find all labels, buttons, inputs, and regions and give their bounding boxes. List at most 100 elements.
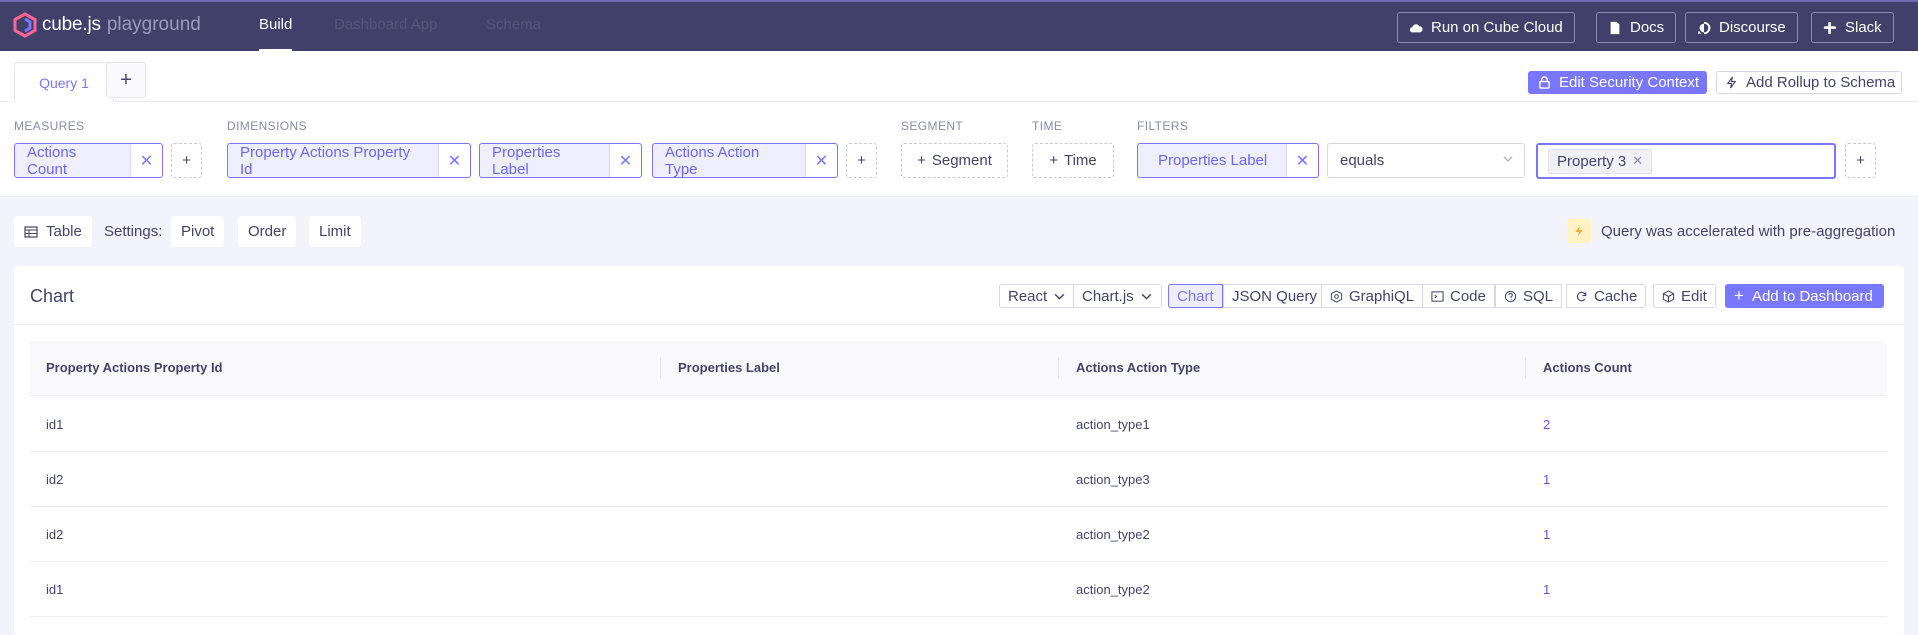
column-separator [660, 357, 661, 379]
filter-operator-select[interactable]: equals [1327, 143, 1525, 178]
edit-button[interactable]: Edit [1653, 284, 1716, 308]
run-on-cube-cloud-button[interactable]: Run on Cube Cloud [1397, 12, 1575, 43]
edit-security-context-label: Edit Security Context [1559, 74, 1700, 91]
column-header[interactable]: Property Actions Property Id [46, 360, 223, 375]
acceleration-message: Query was accelerated with pre-aggregati… [1601, 222, 1896, 240]
measures-section-label: MEASURES [14, 119, 85, 133]
tab-sql[interactable]: SQL [1495, 284, 1563, 308]
framework-value: React [1008, 287, 1048, 305]
column-header[interactable]: Properties Label [678, 360, 780, 375]
docs-button[interactable]: Docs [1596, 12, 1677, 43]
nav-tab-build[interactable]: Build [259, 16, 293, 52]
dimension-chip[interactable]: Property Actions Property Id ✕ [227, 143, 471, 178]
slack-icon [1823, 21, 1837, 34]
chart-library-select[interactable]: Chart.js [1073, 284, 1162, 308]
dimensions-section-label: DIMENSIONS [227, 119, 308, 133]
tab-code[interactable]: Code [1422, 284, 1495, 308]
add-filter-button[interactable]: + [1845, 143, 1876, 178]
table-cell: 1 [1543, 472, 1551, 487]
filter-member-chip[interactable]: Properties Label ✕ [1137, 143, 1319, 178]
tab-cache[interactable]: Cache [1566, 284, 1647, 308]
acceleration-notice: Query was accelerated with pre-aggregati… [1567, 219, 1895, 243]
logo[interactable]: cube.js playground [12, 12, 201, 38]
time-button-label: Time [1063, 152, 1097, 169]
add-rollup-button[interactable]: Add Rollup to Schema [1716, 71, 1902, 94]
dimension-chip[interactable]: Properties Label ✕ [479, 143, 642, 178]
dimension-chip-label: Property Actions Property Id [240, 143, 411, 178]
remove-dimension-icon[interactable]: ✕ [609, 144, 641, 177]
remove-dimension-icon[interactable]: ✕ [438, 144, 470, 177]
add-measure-button[interactable]: + [171, 143, 202, 178]
framework-select[interactable]: React [999, 284, 1076, 308]
remove-measure-icon[interactable]: ✕ [130, 144, 162, 177]
pivot-button[interactable]: Pivot [171, 216, 225, 247]
tab-graphiql-label: GraphiQL [1349, 287, 1415, 305]
cube-logo-icon [13, 12, 37, 38]
nav-tab-dashboard-app[interactable]: Dashboard App [334, 16, 437, 33]
lock-icon [1539, 76, 1550, 89]
lightning-icon [1567, 219, 1591, 243]
table-header: Property Actions Property Id Properties … [30, 341, 1887, 396]
add-segment-button[interactable]: + Segment [901, 143, 1008, 178]
add-to-dashboard-button[interactable]: + Add to Dashboard [1725, 284, 1884, 308]
table-cell: action_type1 [1076, 417, 1150, 432]
results-card: Chart React Chart.js Chart JSON Query Gr… [14, 266, 1904, 635]
table-cell: 1 [1543, 582, 1551, 597]
chat-icon [1697, 21, 1711, 34]
remove-filter-icon[interactable]: ✕ [1286, 144, 1318, 177]
nav-tab-schema[interactable]: Schema [486, 16, 541, 33]
column-header[interactable]: Actions Count [1543, 360, 1632, 375]
discourse-button[interactable]: Discourse [1685, 12, 1798, 43]
add-dimension-button[interactable]: + [846, 143, 877, 178]
dimension-chip-label: Properties Label [492, 143, 561, 178]
chevron-down-icon [1503, 156, 1513, 162]
table-row: id2 action_type2 1 [30, 507, 1887, 562]
chevron-down-icon [1141, 293, 1152, 300]
table-cell: action_type3 [1076, 472, 1150, 487]
graphql-icon [1330, 289, 1343, 303]
tab-code-label: Code [1450, 287, 1486, 305]
table-cell: id2 [46, 527, 64, 542]
dimension-chip-label: Actions Action Type [665, 143, 760, 178]
order-button[interactable]: Order [238, 216, 297, 247]
segment-button-label: Segment [931, 152, 992, 169]
table-cell: id2 [46, 472, 64, 487]
limit-button[interactable]: Limit [309, 216, 361, 247]
add-query-tab-button[interactable]: + [106, 62, 146, 98]
dimension-chip[interactable]: Actions Action Type ✕ [652, 143, 838, 178]
tab-chart[interactable]: Chart [1168, 284, 1223, 308]
table-cell: id1 [46, 582, 64, 597]
table-icon [24, 225, 38, 238]
filter-value-text: Property 3 [1557, 152, 1627, 170]
code-icon [1431, 290, 1444, 302]
edit-security-context-button[interactable]: Edit Security Context [1528, 71, 1707, 94]
table-row: id1 action_type2 1 [30, 562, 1887, 617]
table-row: id2 action_type3 1 [30, 452, 1887, 507]
slack-button[interactable]: Slack [1811, 12, 1894, 43]
remove-filter-value-icon[interactable]: ✕ [1632, 153, 1643, 169]
add-rollup-label: Add Rollup to Schema [1746, 74, 1896, 91]
logo-text: cube.js [42, 14, 101, 35]
chart-library-value: Chart.js [1082, 287, 1134, 305]
remove-dimension-icon[interactable]: ✕ [805, 144, 837, 177]
tab-graphiql[interactable]: GraphiQL [1321, 284, 1424, 308]
add-time-button[interactable]: + Time [1032, 143, 1114, 178]
column-header[interactable]: Actions Action Type [1076, 360, 1200, 375]
view-table-label: Table [46, 223, 82, 240]
filter-operator-value: equals [1340, 152, 1385, 169]
table-row: id1 action_type1 2 [30, 397, 1887, 452]
filter-value-tag[interactable]: Property 3 ✕ [1548, 148, 1653, 174]
tab-json-query[interactable]: JSON Query [1223, 284, 1327, 308]
top-navbar: cube.js playground Build Dashboard App S… [0, 0, 1918, 52]
filter-values-input[interactable]: Property 3 ✕ [1536, 143, 1836, 179]
tab-cache-label: Cache [1594, 287, 1638, 305]
refresh-icon [1576, 291, 1587, 301]
tab-query-1[interactable]: Query 1 [14, 62, 114, 102]
view-table-button[interactable]: Table [14, 216, 92, 247]
filters-section-label: FILTERS [1137, 119, 1189, 133]
measure-chip[interactable]: Actions Count ✕ [14, 143, 163, 178]
measure-chip-label: Actions Count [27, 143, 77, 178]
column-separator [1525, 357, 1526, 379]
plus-icon: + [1049, 152, 1058, 169]
column-separator [1058, 357, 1059, 379]
